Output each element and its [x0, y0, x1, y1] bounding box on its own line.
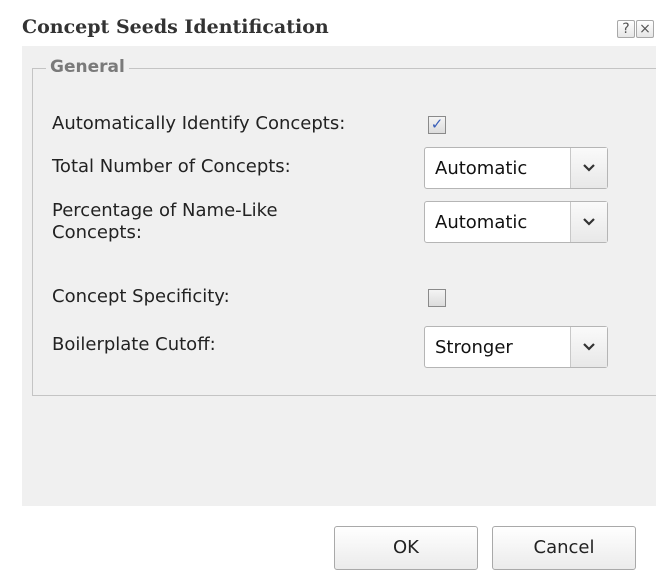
- boilerplate-cutoff-select[interactable]: Stronger: [424, 326, 608, 368]
- checkmark-icon: ✓: [430, 115, 444, 133]
- dialog-body: General Automatically Identify Concepts:…: [22, 46, 656, 506]
- help-button[interactable]: ?: [617, 20, 635, 38]
- chevron-down-icon: [583, 343, 595, 351]
- auto-identify-label: Automatically Identify Concepts:: [52, 113, 346, 134]
- boilerplate-cutoff-value: Stronger: [435, 337, 513, 358]
- percentage-name-like-label-line1: Percentage of Name-Like: [52, 200, 278, 221]
- dialog-titlebar: Concept Seeds Identification ? ×: [0, 0, 656, 46]
- concept-specificity-label: Concept Specificity:: [52, 286, 230, 307]
- help-icon: ?: [622, 21, 630, 37]
- percentage-name-like-label: Percentage of Name-Like Concepts:: [52, 200, 278, 244]
- cancel-button[interactable]: Cancel: [492, 526, 636, 570]
- boilerplate-cutoff-label: Boilerplate Cutoff:: [52, 334, 216, 355]
- boilerplate-cutoff-dropdown-button[interactable]: [570, 327, 607, 367]
- percentage-name-like-select[interactable]: Automatic: [424, 201, 608, 243]
- percentage-name-like-dropdown-button[interactable]: [570, 202, 607, 242]
- close-button[interactable]: ×: [636, 20, 654, 38]
- total-concepts-dropdown-button[interactable]: [570, 148, 607, 188]
- concept-seeds-dialog: Concept Seeds Identification ? × General…: [0, 0, 656, 576]
- percentage-name-like-label-line2: Concepts:: [52, 222, 142, 243]
- close-icon: ×: [639, 21, 651, 37]
- general-group-legend: General: [46, 57, 129, 77]
- chevron-down-icon: [583, 218, 595, 226]
- concept-specificity-checkbox[interactable]: [428, 289, 446, 307]
- total-concepts-select[interactable]: Automatic: [424, 147, 608, 189]
- auto-identify-checkbox[interactable]: ✓: [428, 115, 446, 134]
- ok-button[interactable]: OK: [334, 526, 478, 570]
- percentage-name-like-value: Automatic: [435, 212, 528, 233]
- dialog-footer: OK Cancel: [22, 506, 656, 576]
- total-concepts-value: Automatic: [435, 158, 528, 179]
- total-concepts-label: Total Number of Concepts:: [52, 156, 291, 177]
- chevron-down-icon: [583, 164, 595, 172]
- dialog-title: Concept Seeds Identification: [22, 16, 329, 38]
